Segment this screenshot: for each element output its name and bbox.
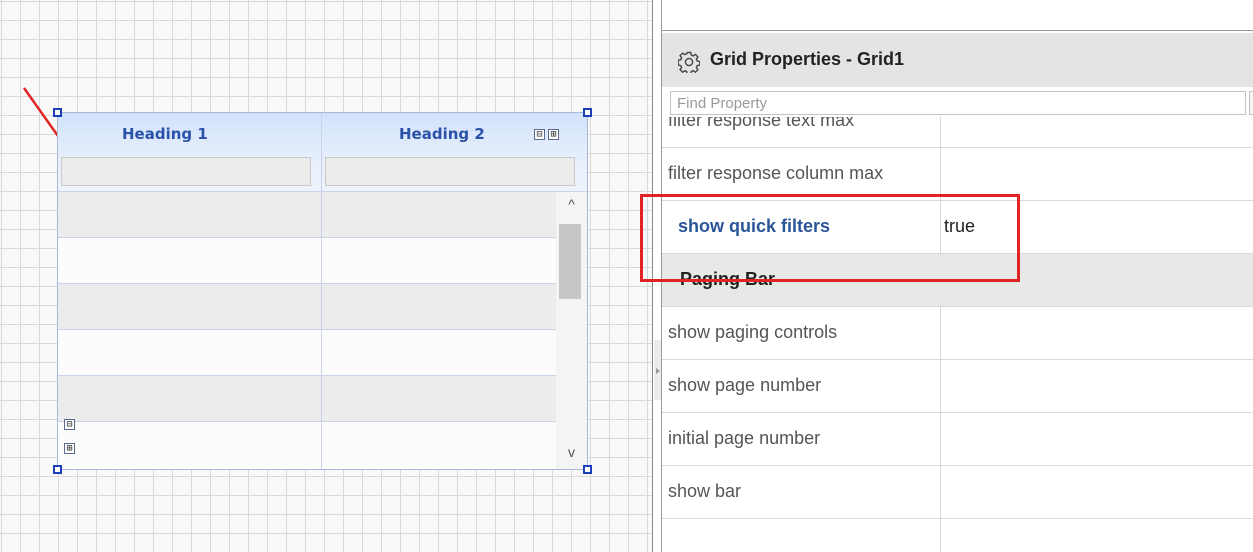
property-name: filter response column max — [668, 163, 884, 183]
quick-filter-1[interactable] — [61, 157, 311, 186]
grid-control[interactable]: Heading 1 Heading 2 ⊟ ⊞ ^ v ⊟ ⊞ — [57, 112, 588, 470]
resize-handle-top-left[interactable] — [53, 108, 62, 117]
property-row[interactable]: show paging controls — [662, 307, 1253, 360]
property-name: show bar — [668, 481, 742, 501]
property-row[interactable]: filter response text max — [662, 117, 1253, 148]
table-row — [58, 284, 556, 330]
column-heading-1[interactable]: Heading 1 — [122, 125, 208, 143]
scroll-up-icon[interactable]: ^ — [556, 196, 587, 212]
column-heading-2[interactable]: Heading 2 — [399, 125, 485, 143]
property-divider — [940, 519, 941, 552]
panel-toolbar — [662, 0, 1253, 31]
gear-icon — [678, 51, 700, 73]
collapse-icon[interactable]: ⊟ — [534, 129, 545, 140]
section-title: Paging Bar — [680, 269, 776, 289]
design-canvas[interactable]: Heading 1 Heading 2 ⊟ ⊞ ^ v ⊟ ⊞ — [0, 0, 652, 552]
resize-handle-top-right[interactable] — [583, 108, 592, 117]
scrollbar-thumb[interactable] — [559, 224, 581, 299]
property-name: show page number — [668, 375, 822, 395]
row-expand-icon[interactable]: ⊞ — [64, 443, 75, 454]
property-divider — [940, 360, 941, 412]
property-row-show-quick-filters[interactable]: show quick filters true — [662, 201, 1253, 254]
table-row — [58, 238, 556, 284]
property-divider — [940, 148, 941, 200]
property-divider — [940, 413, 941, 465]
property-list[interactable]: filter response text max filter response… — [662, 117, 1253, 552]
panel-title: Grid Properties - Grid1 — [710, 49, 905, 69]
row-collapse-icon[interactable]: ⊟ — [64, 419, 75, 430]
property-divider — [940, 466, 941, 518]
property-divider — [940, 307, 941, 359]
resize-handle-bottom-left[interactable] — [53, 465, 62, 474]
column-divider — [321, 113, 322, 469]
panel-header: Grid Properties - Grid1 — [662, 33, 1253, 87]
find-property-button[interactable] — [1249, 91, 1253, 115]
property-divider — [940, 117, 941, 147]
table-row — [58, 330, 556, 376]
table-row — [58, 422, 556, 468]
property-name: initial page number — [668, 428, 821, 448]
property-section-paging-bar[interactable]: Paging Bar — [662, 254, 1253, 307]
find-property-input[interactable] — [670, 91, 1246, 115]
resize-handle-bottom-right[interactable] — [583, 465, 592, 474]
property-value[interactable]: true — [944, 216, 975, 237]
table-row — [58, 376, 556, 422]
property-divider — [940, 201, 941, 253]
expand-icon[interactable]: ⊞ — [548, 129, 559, 140]
splitter-grip-icon[interactable] — [654, 340, 661, 400]
scroll-down-icon[interactable]: v — [556, 444, 587, 460]
property-name: show paging controls — [668, 322, 838, 342]
property-name: show quick filters — [678, 216, 831, 236]
property-row[interactable] — [662, 519, 1253, 552]
quick-filter-2[interactable] — [325, 157, 575, 186]
grid-header: Heading 1 Heading 2 ⊟ ⊞ — [58, 113, 587, 192]
table-row — [58, 192, 556, 238]
property-name: filter response text max — [668, 117, 855, 130]
property-row[interactable]: show bar — [662, 466, 1253, 519]
property-row[interactable]: show page number — [662, 360, 1253, 413]
vertical-scrollbar[interactable]: ^ v — [556, 192, 587, 469]
properties-panel: Grid Properties - Grid1 filter response … — [661, 0, 1253, 552]
property-row[interactable]: filter response column max — [662, 148, 1253, 201]
property-row[interactable]: initial page number — [662, 413, 1253, 466]
